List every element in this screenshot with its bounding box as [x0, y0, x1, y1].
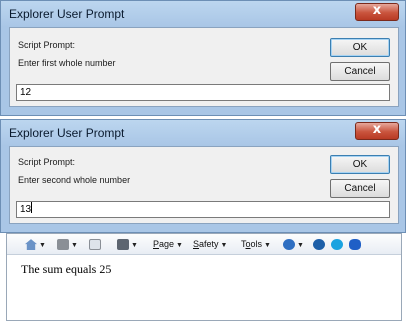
dialog-titlebar[interactable]: Explorer User Prompt x [1, 120, 405, 146]
prompt-input[interactable]: 13 [16, 201, 390, 218]
dialog-title: Explorer User Prompt [9, 7, 125, 21]
chevron-down-icon: ▼ [71, 242, 78, 249]
close-button[interactable]: x [355, 3, 399, 21]
close-icon: x [372, 122, 382, 137]
hp-icon [313, 239, 325, 251]
bluetooth-button[interactable] [349, 237, 361, 251]
print-button[interactable]: ▼ [117, 237, 138, 251]
input-value: 13 [20, 204, 32, 215]
prompt-dialog-second: Explorer User Prompt x Script Prompt: En… [0, 119, 406, 233]
dialog-titlebar[interactable]: Explorer User Prompt x [1, 1, 405, 27]
cancel-button[interactable]: Cancel [330, 179, 390, 198]
ok-button[interactable]: OK [330, 38, 390, 57]
prompt-message: Enter second whole number [18, 175, 131, 185]
chevron-down-icon: ▼ [297, 242, 304, 249]
browser-window: ▼ ▼ ▼ Page ▼ Safety ▼ Tools ▼ ▼ The sum equ… [6, 233, 402, 321]
script-prompt-label: Script Prompt: [18, 40, 76, 50]
prompt-dialog-first: Explorer User Prompt x Script Prompt: En… [0, 0, 406, 116]
chevron-down-icon: ▼ [264, 242, 271, 249]
command-bar: ▼ ▼ ▼ Page ▼ Safety ▼ Tools ▼ ▼ [7, 234, 401, 255]
tools-menu-label: ols [250, 239, 263, 249]
safety-menu[interactable]: Safety ▼ [193, 237, 227, 251]
prompt-message: Enter first whole number [18, 58, 116, 68]
text-caret [31, 202, 33, 213]
ok-button[interactable]: OK [330, 155, 390, 174]
skype-button[interactable] [331, 237, 343, 251]
close-button[interactable]: x [355, 122, 399, 140]
tools-menu[interactable]: Tools ▼ [241, 237, 271, 251]
prompt-input[interactable]: 12 [16, 84, 390, 101]
script-prompt-label: Script Prompt: [18, 157, 76, 167]
chevron-down-icon: ▼ [131, 242, 138, 249]
cancel-button[interactable]: Cancel [330, 62, 390, 81]
chevron-down-icon: ▼ [220, 242, 228, 249]
result-text: The sum equals 25 [21, 262, 112, 276]
input-value: 12 [20, 87, 32, 98]
print-icon [117, 239, 129, 251]
help-icon [283, 239, 295, 251]
page-menu-label: age [159, 239, 175, 249]
dialog-title: Explorer User Prompt [9, 126, 125, 140]
skype-icon [331, 239, 343, 251]
chevron-down-icon: ▼ [176, 242, 183, 249]
close-icon: x [372, 3, 382, 18]
feeds-button[interactable]: ▼ [57, 237, 78, 251]
page-menu[interactable]: Page ▼ [153, 237, 183, 251]
help-button[interactable]: ▼ [283, 237, 304, 251]
feeds-icon [57, 239, 69, 251]
hp-button[interactable] [313, 237, 325, 251]
home-button[interactable]: ▼ [25, 237, 46, 251]
chevron-down-icon: ▼ [39, 242, 46, 249]
dialog-body: Script Prompt: Enter first whole number … [9, 27, 399, 107]
mail-icon [89, 239, 101, 251]
dialog-body: Script Prompt: Enter second whole number… [9, 146, 399, 224]
mail-button[interactable] [89, 237, 101, 251]
bluetooth-icon [349, 239, 361, 251]
safety-menu-label: afety [199, 239, 219, 249]
home-icon [25, 239, 37, 251]
